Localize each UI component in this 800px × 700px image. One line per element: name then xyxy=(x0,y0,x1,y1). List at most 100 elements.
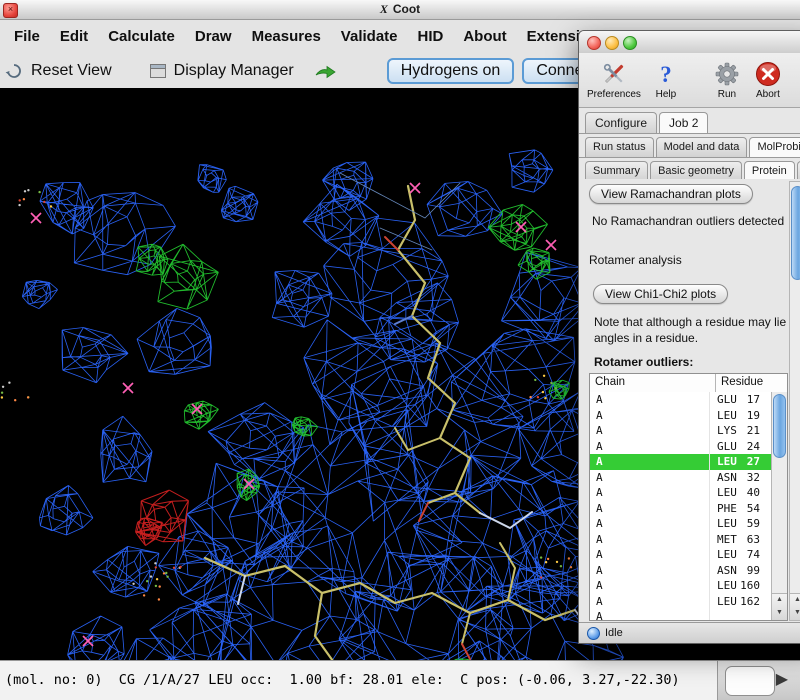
dialog-minimize-button[interactable] xyxy=(605,36,619,50)
table-header: Chain Residue xyxy=(590,374,787,393)
table-row[interactable]: AMET63 xyxy=(590,532,772,548)
cell-residue: PHE54 xyxy=(710,501,772,517)
dialog-toolbar: Preferences? Help Run Abort xyxy=(579,53,800,108)
table-scrollbar-thumb[interactable] xyxy=(773,394,786,458)
cell-chain: A xyxy=(590,470,710,486)
preferences-toolbar-button[interactable]: Preferences xyxy=(587,60,641,100)
gear-icon xyxy=(713,60,741,88)
dialog-close-button[interactable] xyxy=(587,36,601,50)
table-row[interactable]: ALEU19 xyxy=(590,408,772,424)
tab-basic-geometry[interactable]: Basic geometry xyxy=(650,161,742,181)
corner-scroll-track[interactable] xyxy=(725,666,775,696)
tools-icon xyxy=(599,60,629,88)
dialog-zoom-button[interactable] xyxy=(623,36,637,50)
rotamer-note-line1: Note that although a residue may lie xyxy=(594,315,786,329)
window-close-button[interactable]: × xyxy=(3,3,18,18)
toolbar-item-label: Run xyxy=(718,89,736,100)
column-header-residue[interactable]: Residue xyxy=(716,374,787,392)
menu-measures[interactable]: Measures xyxy=(242,28,331,45)
window-title: XCoot xyxy=(0,0,800,19)
cell-residue: LEU160 xyxy=(710,578,772,594)
view-chi-plots-button[interactable]: View Chi1-Chi2 plots xyxy=(593,284,728,304)
table-row[interactable]: ALEU162 xyxy=(590,594,772,610)
display-manager-button[interactable]: Display Manager xyxy=(174,62,294,80)
window-title-text: Coot xyxy=(393,2,420,16)
cell-residue: ASN32 xyxy=(710,470,772,486)
cell-residue: GLU24 xyxy=(710,439,772,455)
column-header-chain[interactable]: Chain xyxy=(590,374,716,392)
view-ramachandran-button[interactable]: View Ramachandran plots xyxy=(589,184,753,204)
run-toolbar-button[interactable]: Run xyxy=(713,60,741,100)
table-row[interactable]: AASN32 xyxy=(590,470,772,486)
content-scrollbar-thumb[interactable] xyxy=(791,186,800,280)
table-row[interactable]: ALEU40 xyxy=(590,485,772,501)
table-scrollbar[interactable]: ▲ ▼ xyxy=(771,392,787,620)
tab-summary[interactable]: Summary xyxy=(585,161,648,181)
tab-protein[interactable]: Protein xyxy=(744,161,795,181)
menu-edit[interactable]: Edit xyxy=(50,28,98,45)
cell-chain: A xyxy=(590,454,710,470)
table-row[interactable]: AASN99 xyxy=(590,563,772,579)
cell-residue: ASN99 xyxy=(710,563,772,579)
table-row[interactable]: ALYS21 xyxy=(590,423,772,439)
scroll-down-icon[interactable]: ▼ xyxy=(772,607,787,620)
table-body: AGLU17ALEU19ALYS21AGLU24ALEU27AASN32ALEU… xyxy=(590,392,772,620)
tab-configure[interactable]: Configure xyxy=(585,112,657,133)
status-idle-icon xyxy=(587,627,600,640)
table-scrollbar-arrows: ▲ ▼ xyxy=(772,593,787,620)
table-row[interactable]: AGLU17 xyxy=(590,392,772,408)
scroll-down-icon[interactable]: ▼ xyxy=(790,607,800,620)
cell-residue: LEU40 xyxy=(710,485,772,501)
toolbar-item-label: Help xyxy=(656,89,677,100)
cell-chain: A xyxy=(590,485,710,501)
cell-chain: A xyxy=(590,392,710,408)
table-row[interactable]: ALEU74 xyxy=(590,547,772,563)
main-status-bar: (mol. no: 0) CG /1/A/27 LEU occ: 1.00 bf… xyxy=(0,660,800,700)
main-titlebar: × XCoot xyxy=(0,0,800,20)
svg-text:?: ? xyxy=(660,62,672,87)
content-scrollbar-arrows: ▲ ▼ xyxy=(790,593,800,620)
back-view-icon[interactable] xyxy=(5,62,23,80)
table-row[interactable]: APHE54 xyxy=(590,501,772,517)
cell-residue: MET63 xyxy=(710,532,772,548)
menu-about[interactable]: About xyxy=(453,28,516,45)
menu-validate[interactable]: Validate xyxy=(331,28,408,45)
abort-toolbar-button[interactable]: Abort xyxy=(755,60,781,100)
table-row-partial[interactable]: A xyxy=(590,609,772,620)
tab-run-status[interactable]: Run status xyxy=(585,137,654,157)
rotamer-outliers-label: Rotamer outliers: xyxy=(594,355,693,369)
status-idle-text: Idle xyxy=(605,627,623,639)
protein-tab-content: View Ramachandran plots No Ramachandran … xyxy=(579,179,800,623)
cell-residue: LYS21 xyxy=(710,423,772,439)
green-arrow-icon xyxy=(314,63,337,79)
content-scrollbar[interactable]: ▲ ▼ xyxy=(789,181,800,621)
cell-chain: A xyxy=(590,578,710,594)
menu-calculate[interactable]: Calculate xyxy=(98,28,185,45)
dialog-titlebar[interactable] xyxy=(579,31,800,54)
cell-chain: A xyxy=(590,501,710,517)
reset-view-button[interactable]: Reset View xyxy=(31,62,112,80)
tab-molprobity[interactable]: MolProbity xyxy=(749,137,800,157)
cell-residue: LEU74 xyxy=(710,547,772,563)
hydrogens-toggle-button[interactable]: Hydrogens on xyxy=(387,58,515,84)
abort-icon xyxy=(755,60,781,88)
cell-chain: A xyxy=(590,547,710,563)
rotamer-section-title: Rotamer analysis xyxy=(589,253,682,267)
table-row[interactable]: ALEU160 xyxy=(590,578,772,594)
scroll-up-icon[interactable]: ▲ xyxy=(790,594,800,607)
menu-file[interactable]: File xyxy=(4,28,50,45)
menu-draw[interactable]: Draw xyxy=(185,28,242,45)
table-row[interactable]: ALEU27 xyxy=(590,454,772,470)
help-icon: ? xyxy=(655,60,677,88)
toolbar-item-label: Abort xyxy=(756,89,780,100)
table-row[interactable]: ALEU59 xyxy=(590,516,772,532)
tab-model-and-data[interactable]: Model and data xyxy=(656,137,748,157)
table-row[interactable]: AGLU24 xyxy=(590,439,772,455)
cell-residue: LEU59 xyxy=(710,516,772,532)
scroll-up-icon[interactable]: ▲ xyxy=(772,594,787,607)
help-toolbar-button[interactable]: ? Help xyxy=(655,60,677,100)
display-manager-icon[interactable] xyxy=(150,64,166,78)
tab-job-2[interactable]: Job 2 xyxy=(659,112,708,133)
menu-hid[interactable]: HID xyxy=(408,28,454,45)
play-arrow-icon[interactable]: ▶ xyxy=(776,669,788,689)
